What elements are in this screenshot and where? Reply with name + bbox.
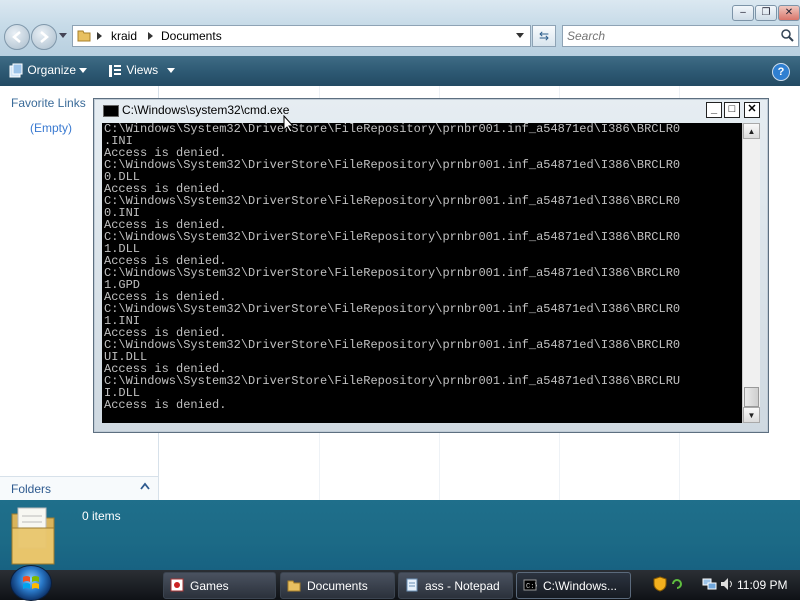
cmd-titlebar[interactable]: C:\Windows\system32\cmd.exe _ □ ✕ bbox=[94, 99, 768, 121]
system-tray: 11:09 PM bbox=[645, 572, 800, 597]
organize-button[interactable]: Organize bbox=[8, 63, 88, 79]
maximize-button[interactable]: ❐ bbox=[755, 5, 777, 21]
console-output[interactable]: C:\Windows\System32\DriverStore\FileRepo… bbox=[102, 123, 742, 423]
organize-icon bbox=[9, 63, 23, 78]
folders-label: Folders bbox=[11, 482, 52, 496]
task-label: Games bbox=[190, 579, 229, 593]
details-pane: 0 items bbox=[0, 500, 800, 570]
organize-label: Organize bbox=[27, 63, 77, 78]
refresh-button[interactable]: ⇆ bbox=[532, 25, 556, 47]
task-label: ass - Notepad bbox=[425, 579, 500, 593]
taskbar-games[interactable]: Games bbox=[163, 572, 276, 599]
scroll-up-button[interactable]: ▲ bbox=[743, 123, 760, 139]
network-icon[interactable] bbox=[702, 576, 718, 592]
documents-folder-icon bbox=[11, 507, 55, 565]
taskbar-documents[interactable]: Documents bbox=[280, 572, 395, 599]
item-count: 0 items bbox=[82, 509, 121, 523]
cmd-window[interactable]: C:\Windows\system32\cmd.exe _ □ ✕ C:\Win… bbox=[93, 98, 769, 433]
explorer-titlebar: – ❐ ✕ kraid Documents ⇆ bbox=[0, 0, 800, 56]
search-box[interactable] bbox=[562, 25, 799, 47]
dropdown-chevron-icon[interactable] bbox=[516, 33, 524, 39]
minimize-button[interactable]: – bbox=[732, 5, 754, 21]
svg-text:C:\: C:\ bbox=[526, 583, 537, 591]
mouse-cursor-icon bbox=[283, 115, 295, 133]
security-shield-icon[interactable] bbox=[653, 576, 667, 592]
volume-icon[interactable] bbox=[719, 576, 735, 592]
cmd-close-button[interactable]: ✕ bbox=[744, 102, 760, 118]
views-icon bbox=[109, 65, 121, 77]
chevron-right-icon bbox=[148, 32, 153, 40]
close-button[interactable]: ✕ bbox=[778, 5, 800, 21]
chevron-up-icon bbox=[140, 482, 150, 490]
command-toolbar: Organize Views ? bbox=[0, 56, 800, 86]
cmd-icon bbox=[103, 105, 119, 117]
refresh-icon: ⇆ bbox=[538, 29, 550, 43]
games-icon bbox=[170, 578, 184, 592]
search-input[interactable] bbox=[563, 26, 769, 46]
console-text: C:\Windows\System32\DriverStore\FileRepo… bbox=[104, 123, 681, 412]
breadcrumb-documents[interactable]: Documents bbox=[161, 29, 222, 43]
help-icon: ? bbox=[777, 66, 785, 78]
scroll-thumb[interactable] bbox=[744, 387, 759, 407]
cmd-maximize-button[interactable]: □ bbox=[724, 102, 740, 118]
task-label: Documents bbox=[307, 579, 368, 593]
breadcrumb-kraid[interactable]: kraid bbox=[111, 29, 137, 43]
taskbar-notepad[interactable]: ass - Notepad bbox=[398, 572, 513, 599]
console-scrollbar[interactable]: ▲ ▼ bbox=[742, 123, 760, 423]
help-button[interactable]: ? bbox=[772, 63, 790, 81]
views-label: Views bbox=[126, 63, 159, 78]
cmd-minimize-button[interactable]: _ bbox=[706, 102, 722, 118]
cmd-icon: C:\ bbox=[523, 579, 537, 591]
clock[interactable]: 11:09 PM bbox=[737, 578, 787, 592]
back-arrow-icon bbox=[12, 31, 21, 43]
forward-arrow-icon bbox=[40, 31, 49, 43]
views-button[interactable]: Views bbox=[107, 63, 176, 79]
folders-toggle[interactable]: Folders bbox=[0, 476, 158, 501]
folder-icon bbox=[77, 30, 91, 42]
cmd-title: C:\Windows\system32\cmd.exe bbox=[122, 103, 290, 117]
favorite-links-empty: (Empty) bbox=[30, 121, 72, 135]
forward-button[interactable] bbox=[31, 24, 57, 50]
taskbar-cmd[interactable]: C:\ C:\Windows... bbox=[516, 572, 631, 599]
favorite-links-heading: Favorite Links bbox=[11, 96, 86, 110]
dropdown-chevron-icon bbox=[167, 68, 176, 73]
back-button[interactable] bbox=[4, 24, 30, 50]
start-button[interactable] bbox=[10, 565, 52, 601]
notepad-icon bbox=[406, 578, 418, 592]
search-icon[interactable] bbox=[780, 28, 794, 42]
dropdown-chevron-icon bbox=[79, 68, 88, 73]
recent-pages-chevron-icon[interactable] bbox=[59, 33, 67, 39]
chevron-right-icon bbox=[97, 32, 102, 40]
windows-logo-icon bbox=[23, 576, 39, 589]
folder-icon bbox=[287, 580, 301, 592]
address-bar[interactable]: kraid Documents bbox=[72, 25, 531, 47]
explorer-window-controls: – ❐ ✕ bbox=[731, 2, 800, 21]
sync-icon[interactable] bbox=[670, 576, 684, 592]
task-label: C:\Windows... bbox=[543, 579, 618, 593]
scroll-down-button[interactable]: ▼ bbox=[743, 407, 760, 423]
